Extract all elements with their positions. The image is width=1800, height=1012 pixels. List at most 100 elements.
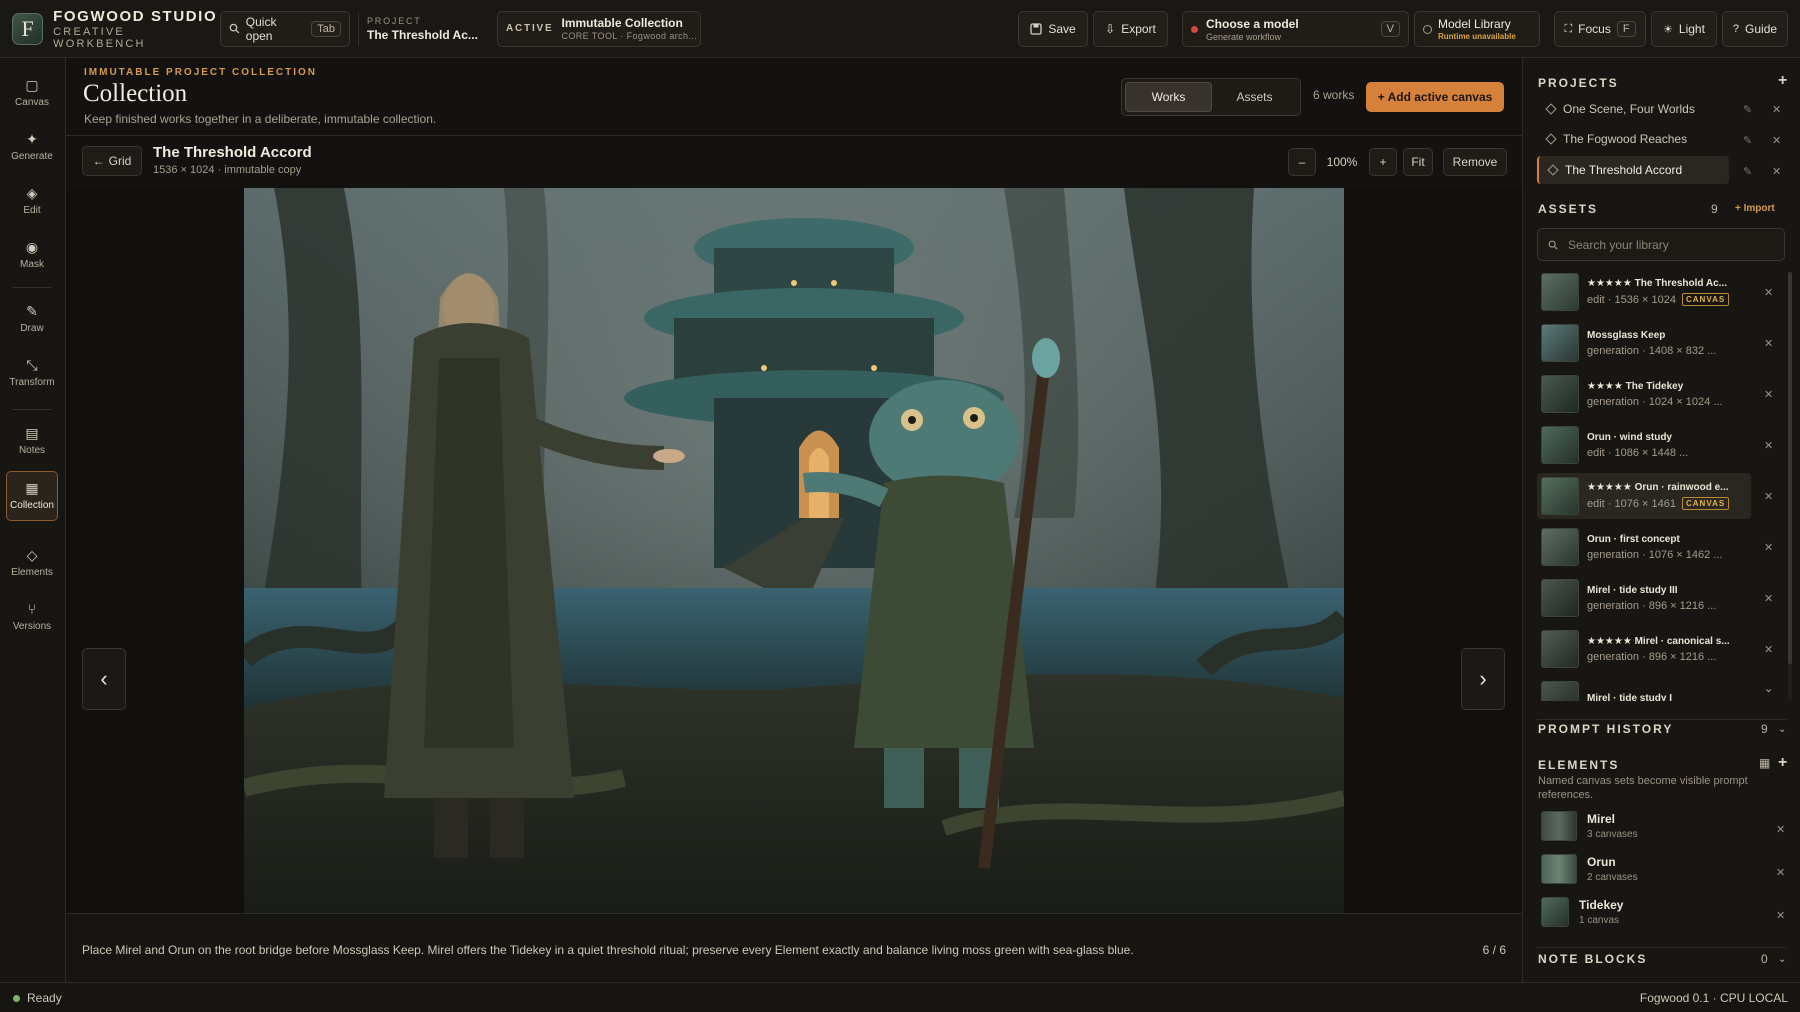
light-theme-button[interactable]: ☀ Light (1651, 11, 1717, 47)
tab-works[interactable]: Works (1125, 82, 1212, 112)
rail-label: Notes (18, 445, 46, 456)
projects-title: PROJECTS (1538, 76, 1619, 90)
close-icon[interactable]: ✕ (1772, 134, 1781, 147)
save-button[interactable]: Save (1018, 11, 1088, 47)
element-item-tidekey[interactable]: Tidekey 1 canvas (1541, 893, 1781, 931)
edit-icon: ◈ (26, 185, 38, 201)
zoom-out-button[interactable]: – (1288, 148, 1316, 176)
next-work-button[interactable]: › (1461, 648, 1505, 710)
library-search[interactable] (1537, 228, 1785, 261)
close-icon[interactable]: ✕ (1764, 643, 1773, 656)
asset-thumbnail (1541, 477, 1579, 515)
asset-item[interactable]: Mirel · tide study I (1537, 677, 1751, 701)
rail-item-versions[interactable]: ⑂ Versions (6, 592, 58, 642)
project-item[interactable]: One Scene, Four Worlds (1537, 95, 1729, 123)
fit-button[interactable]: Fit (1403, 148, 1433, 176)
back-to-grid-button[interactable]: ← Grid (82, 146, 142, 176)
asset-name: ★★★★ The Tidekey (1587, 380, 1684, 392)
project-item-label: One Scene, Four Worlds (1563, 102, 1695, 116)
close-icon[interactable]: ✕ (1776, 866, 1785, 879)
search-input[interactable] (1568, 237, 1768, 252)
close-icon[interactable]: ✕ (1764, 439, 1773, 452)
save-icon (1030, 23, 1042, 35)
asset-item[interactable]: Orun · first concept generation · 1076 ×… (1537, 524, 1751, 570)
project-item-label: The Threshold Accord (1565, 163, 1683, 177)
close-icon[interactable]: ✕ (1776, 823, 1785, 836)
focus-button[interactable]: ⛶ Focus F (1554, 11, 1646, 47)
tool-rail: ▢ Canvas ✦ Generate ◈ Edit ◉ Mask ✎ Draw… (0, 58, 66, 982)
element-count: 3 canvases (1587, 829, 1638, 840)
pencil-icon: ✎ (26, 303, 38, 319)
rail-item-canvas[interactable]: ▢ Canvas (6, 68, 58, 118)
chevron-down-icon[interactable]: ⌄ (1778, 724, 1786, 735)
view-tabs: Works Assets (1121, 78, 1301, 116)
assets-count: 9 (1711, 202, 1718, 216)
close-icon[interactable]: ✕ (1764, 388, 1773, 401)
add-project-icon[interactable]: + (1778, 72, 1787, 90)
asset-item[interactable]: Orun · wind study edit · 1086 × 1448 ... (1537, 422, 1751, 468)
close-icon[interactable]: ✕ (1764, 592, 1773, 605)
quick-open-button[interactable]: Quick open Tab (220, 10, 350, 47)
close-icon[interactable]: ✕ (1776, 909, 1785, 922)
rail-item-generate[interactable]: ✦ Generate (6, 122, 58, 172)
asset-name: ★★★★★ The Threshold Ac... (1587, 278, 1728, 289)
close-icon[interactable]: ✕ (1764, 337, 1773, 350)
model-library-button[interactable]: Model Library Runtime unavailable (1414, 11, 1540, 47)
asset-scrollbar[interactable] (1788, 272, 1792, 700)
branch-icon: ⑂ (27, 601, 37, 617)
diamond-icon (1545, 133, 1557, 145)
close-icon[interactable]: ✕ (1764, 286, 1773, 299)
rail-item-draw[interactable]: ✎ Draw (6, 294, 58, 344)
edit-icon[interactable]: ✎ (1743, 103, 1752, 116)
asset-item[interactable]: Mirel · tide study III generation · 896 … (1537, 575, 1751, 621)
chevron-down-icon[interactable]: ⌄ (1764, 682, 1773, 695)
asset-name: Mossglass Keep (1587, 329, 1666, 341)
prompt-history-header[interactable]: PROMPT HISTORY (1538, 722, 1673, 736)
close-icon[interactable]: ✕ (1764, 490, 1773, 503)
rail-item-notes[interactable]: ▤ Notes (6, 416, 58, 466)
import-button[interactable]: + Import (1735, 203, 1775, 214)
note-blocks-header[interactable]: NOTE BLOCKS (1538, 952, 1647, 966)
elements-icon: ◇ (26, 547, 38, 563)
element-item-orun[interactable]: Orun 2 canvases (1541, 850, 1781, 888)
tab-assets[interactable]: Assets (1212, 82, 1297, 112)
status-bar: Ready Fogwood 0.1 · CPU LOCAL (0, 982, 1800, 1012)
works-count: 6 works (1313, 88, 1355, 102)
rail-item-edit[interactable]: ◈ Edit (6, 176, 58, 226)
project-item-active[interactable]: The Threshold Accord (1537, 156, 1729, 184)
zoom-in-button[interactable]: + (1369, 148, 1397, 176)
asset-item-selected[interactable]: ★★★★★ Orun · rainwood e... edit · 1076 ×… (1537, 473, 1751, 519)
artwork-image[interactable] (244, 188, 1344, 913)
scrollbar-thumb[interactable] (1788, 272, 1792, 664)
close-icon[interactable]: ✕ (1772, 165, 1781, 178)
edit-icon[interactable]: ✎ (1743, 134, 1752, 147)
rail-item-transform[interactable]: ⤡ Transform (6, 348, 58, 398)
ring-icon (1423, 24, 1432, 34)
close-icon[interactable]: ✕ (1764, 541, 1773, 554)
active-tool-pill[interactable]: ACTIVE Immutable Collection CORE TOOL · … (497, 10, 701, 47)
rail-item-collection[interactable]: ▦ Collection (6, 471, 58, 521)
asset-item[interactable]: Mossglass Keep generation · 1408 × 832 .… (1537, 320, 1751, 366)
add-element-icon[interactable]: + (1778, 754, 1787, 772)
current-project[interactable]: PROJECT The Threshold Ac... (367, 16, 487, 42)
asset-name: ★★★★★ Mirel · canonical s... (1587, 635, 1730, 647)
asset-item[interactable]: ★★★★★ Mirel · canonical s... generation … (1537, 626, 1751, 672)
element-item-mirel[interactable]: Mirel 3 canvases (1541, 807, 1781, 845)
guide-button[interactable]: ? Guide (1722, 11, 1788, 47)
model-selector[interactable]: Choose a model Generate workflow V (1182, 11, 1409, 47)
rail-item-elements[interactable]: ◇ Elements (6, 538, 58, 588)
rail-item-mask[interactable]: ◉ Mask (6, 230, 58, 280)
chevron-down-icon[interactable]: ⌄ (1778, 954, 1786, 965)
asset-item[interactable]: ★★★★★ The Threshold Ac... edit · 1536 × … (1537, 269, 1751, 315)
asset-item[interactable]: ★★★★ The Tidekey generation · 1024 × 102… (1537, 371, 1751, 417)
close-icon[interactable]: ✕ (1772, 103, 1781, 116)
remove-button[interactable]: Remove (1443, 148, 1507, 176)
add-active-canvas-button[interactable]: + Add active canvas (1366, 82, 1504, 112)
rail-label: Versions (12, 621, 52, 632)
edit-icon[interactable]: ✎ (1743, 165, 1752, 178)
grid-view-icon[interactable]: ▦ (1759, 756, 1770, 770)
project-item[interactable]: The Fogwood Reaches (1537, 125, 1729, 153)
export-button[interactable]: ⇩ Export (1093, 11, 1168, 47)
previous-work-button[interactable]: ‹ (82, 648, 126, 710)
diamond-icon (1547, 164, 1559, 176)
